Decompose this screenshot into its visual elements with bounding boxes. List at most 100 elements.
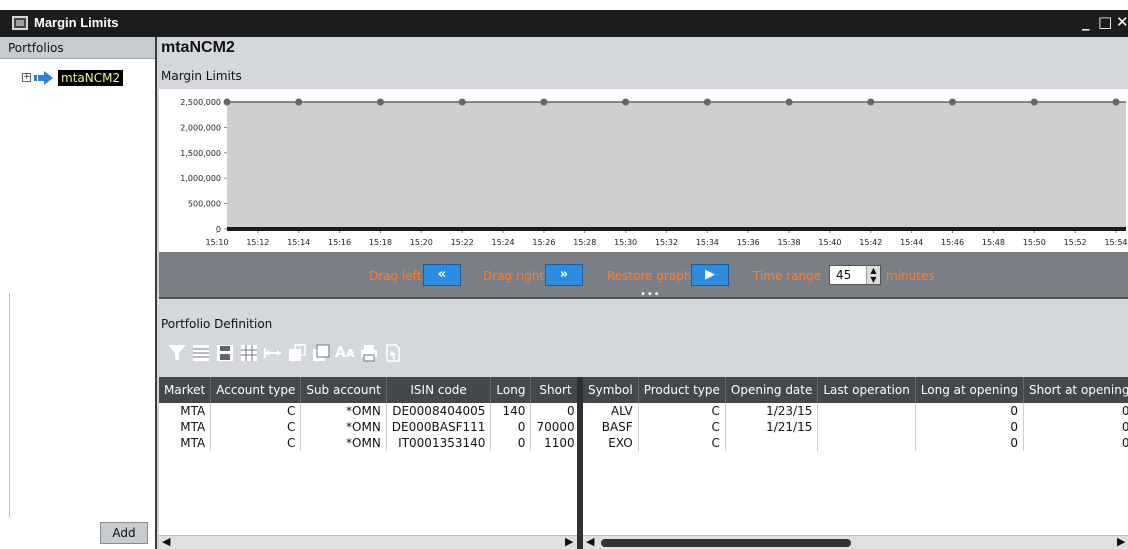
chart-svg: 2,500,000 2,000,000 1,500,000 1,000,000 500,…: [180, 98, 1127, 247]
minimize-button[interactable]: _: [1082, 13, 1090, 31]
table-cell: C: [210, 403, 302, 419]
drag-right-button[interactable]: »: [545, 264, 583, 286]
restore-graph-label: Restore graph: [607, 269, 692, 283]
double-chevron-left-icon: «: [437, 267, 447, 282]
x-tick-label: 15:36: [737, 238, 760, 247]
left-table-hscroll[interactable]: ◀ ▶: [159, 535, 577, 549]
series-point: [223, 98, 231, 106]
app-icon: [12, 16, 28, 30]
drag-left-button[interactable]: «: [423, 264, 461, 286]
column-header[interactable]: Opening date: [725, 377, 819, 403]
list-icon[interactable]: [191, 343, 211, 363]
scroll-left-icon[interactable]: ◀: [162, 535, 170, 548]
table-row[interactable]: BASF C 1/21/15 0 0: [583, 419, 1128, 435]
plot-area: [227, 102, 1126, 229]
table-cell: 0: [490, 435, 532, 451]
column-header[interactable]: Long at opening: [915, 377, 1025, 403]
column-header[interactable]: Symbol: [583, 377, 639, 403]
table-cell: MTA: [159, 419, 212, 435]
portfolio-definition-title: Portfolio Definition: [161, 317, 273, 331]
portfolio-definition-panel: Portfolio Definition Aᴀ Market Account t…: [159, 297, 1128, 549]
right-table-hscroll[interactable]: ◀ ▶: [583, 535, 1128, 549]
x-tick-label: 15:16: [328, 238, 351, 247]
table-cell: C: [638, 435, 726, 451]
column-header[interactable]: Long: [490, 377, 532, 403]
x-tick-label: 15:12: [246, 238, 269, 247]
x-tick-label: 15:32: [655, 238, 678, 247]
window: Margin Limits _ □ ✕ Portfolios + mtaNCM2…: [0, 10, 1128, 549]
panel-scroll-track: [0, 293, 10, 517]
y-tick-label: 500,000: [188, 200, 221, 209]
play-icon: ▶: [705, 267, 715, 282]
table-cell: C: [210, 435, 302, 451]
copy-icon[interactable]: [287, 343, 307, 363]
x-tick-label: 15:30: [614, 238, 637, 247]
x-tick-label: 15:48: [982, 238, 1005, 247]
series-point: [703, 98, 711, 106]
table-cell: 0: [1023, 403, 1128, 419]
x-tick-label: 15:18: [369, 238, 392, 247]
column-header[interactable]: Account type: [210, 377, 302, 403]
expand-icon[interactable]: +: [22, 73, 31, 82]
arrow-right-icon: [34, 71, 53, 85]
scroll-left-icon[interactable]: ◀: [586, 535, 594, 548]
column-header[interactable]: Product type: [638, 377, 726, 403]
filter-icon[interactable]: [167, 343, 187, 363]
column-header[interactable]: Market: [159, 377, 212, 403]
chart-controls: Drag left « Drag right » Restore graph ▶…: [159, 252, 1128, 300]
table-row[interactable]: MTA C *OMN DE0008404005 140 0: [159, 403, 577, 419]
print-icon[interactable]: [359, 343, 379, 363]
close-button[interactable]: ✕: [1116, 13, 1128, 31]
series-point: [1112, 98, 1120, 106]
series-point: [867, 98, 875, 106]
time-range-stepper[interactable]: 45 ▲ ▼: [829, 265, 881, 285]
table-row[interactable]: EXO C 0 0: [583, 435, 1128, 451]
table-cell: *OMN: [300, 419, 387, 435]
column-header[interactable]: ISIN code: [386, 377, 492, 403]
scroll-thumb[interactable]: [601, 539, 851, 547]
save-icon[interactable]: [215, 343, 235, 363]
column-header[interactable]: Short at opening: [1023, 377, 1128, 403]
stepper-arrows-icon[interactable]: ▲ ▼: [866, 266, 880, 284]
table-row[interactable]: MTA C *OMN IT0001353140 0 1100: [159, 435, 577, 451]
add-button[interactable]: Add: [100, 522, 148, 544]
expand-width-icon[interactable]: [263, 343, 283, 363]
title-bar: Margin Limits _ □ ✕: [0, 10, 1128, 37]
series-point: [622, 98, 630, 106]
font-size-icon[interactable]: Aᴀ: [335, 343, 355, 363]
scroll-right-icon[interactable]: ▶: [565, 535, 573, 548]
series-point: [458, 98, 466, 106]
time-range-value[interactable]: 45: [836, 266, 851, 284]
table-row[interactable]: MTA C *OMN DE000BASF111 0 70000: [159, 419, 577, 435]
columns-icon[interactable]: [239, 343, 259, 363]
restore-graph-button[interactable]: ▶: [691, 264, 729, 286]
table-cell: 70000: [530, 419, 577, 435]
export-icon[interactable]: [383, 343, 403, 363]
table-cell: 1100: [530, 435, 577, 451]
right-table: Symbol Product type Opening date Last opera…: [583, 377, 1128, 549]
table-cell: BASF: [583, 419, 639, 435]
table-cell: [817, 435, 916, 451]
column-header[interactable]: Short: [530, 377, 577, 403]
table-header-row: Market Account type Sub account ISIN code Lo…: [159, 377, 577, 403]
left-table: Market Account type Sub account ISIN code Lo…: [159, 377, 577, 549]
table-cell: IT0001353140: [386, 435, 492, 451]
x-tick-label: 15:24: [492, 238, 515, 247]
table-cell: C: [210, 419, 302, 435]
panel-resize-handle[interactable]: ⋮: [153, 293, 164, 309]
table-cell: 1/21/15: [725, 419, 819, 435]
table-cell: DE000BASF111: [386, 419, 492, 435]
x-tick-label: 15:20: [410, 238, 433, 247]
minutes-label: minutes: [886, 269, 935, 283]
maximize-button[interactable]: □: [1098, 13, 1112, 31]
main-area: mtaNCM2 Margin Limits 2,500,000 2,000,000…: [159, 37, 1128, 549]
x-tick-label: 15:50: [1023, 238, 1046, 247]
copy-all-icon[interactable]: [311, 343, 331, 363]
table-row[interactable]: ALV C 1/23/15 0 0: [583, 403, 1128, 419]
scroll-right-icon[interactable]: ▶: [1117, 535, 1125, 548]
column-header[interactable]: Last operation: [817, 377, 916, 403]
column-header[interactable]: Sub account: [300, 377, 387, 403]
y-tick-label: 1,500,000: [180, 149, 221, 158]
table-cell: 0: [915, 419, 1025, 435]
tree-item-label[interactable]: mtaNCM2: [58, 70, 124, 86]
